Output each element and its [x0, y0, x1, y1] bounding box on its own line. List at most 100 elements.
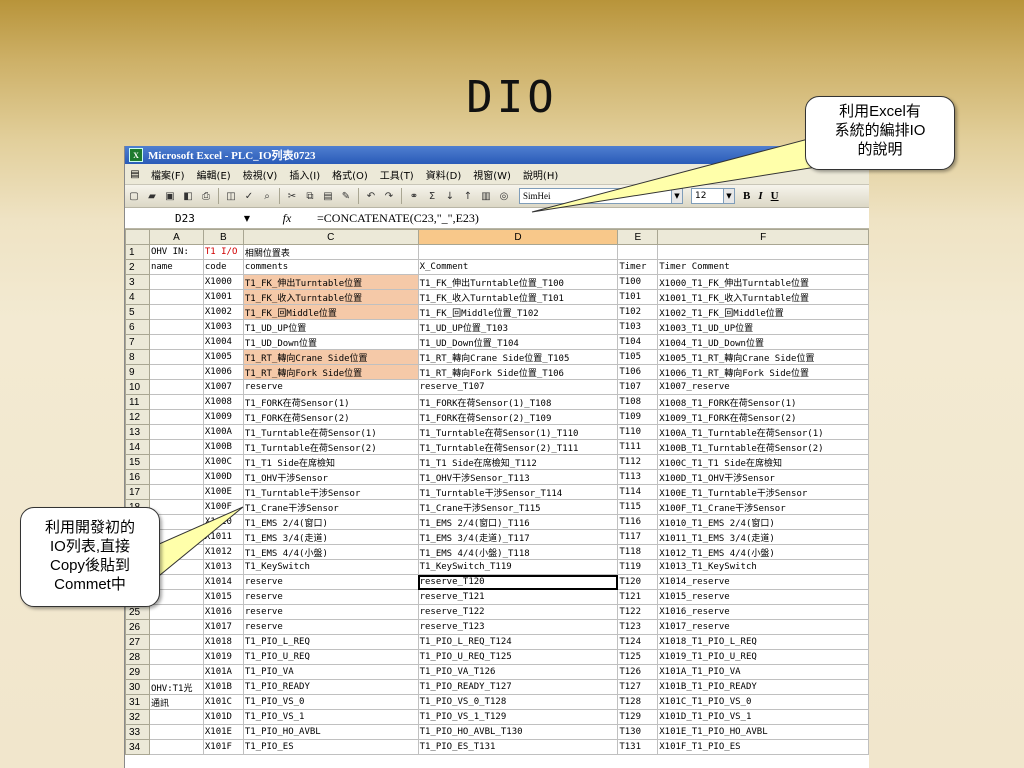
menu-window[interactable]: 視窗(W) — [467, 167, 517, 182]
cell-a[interactable] — [148, 664, 204, 680]
menu-format[interactable]: 格式(O) — [326, 167, 374, 182]
row-header[interactable]: 26 — [125, 619, 150, 635]
cell-a[interactable] — [148, 349, 204, 365]
row-header[interactable]: 11 — [125, 394, 150, 410]
cell-b[interactable]: X100D — [202, 469, 244, 485]
cell-c[interactable]: T1_Turntable干涉Sensor — [242, 484, 419, 500]
cell-e[interactable]: T107 — [617, 379, 659, 395]
cell-b[interactable]: X1011 — [202, 529, 244, 545]
cell-f[interactable]: X1012_T1_EMS 4/4(小盤) — [657, 544, 869, 560]
menu-view[interactable]: 檢視(V) — [237, 167, 284, 182]
cell-a[interactable] — [148, 289, 204, 305]
cell-d[interactable]: T1_EMS 2/4(窗口)_T116 — [417, 514, 619, 530]
font-name-dropdown-icon[interactable]: ▼ — [672, 188, 683, 204]
row-header[interactable]: 17 — [125, 484, 150, 500]
cell-d[interactable]: T1_FORK在荷Sensor(2)_T109 — [417, 409, 619, 425]
cell-e[interactable]: T112 — [617, 454, 659, 470]
cell-f[interactable]: X1013_T1_KeySwitch — [657, 559, 869, 575]
cell-e[interactable]: T124 — [617, 634, 659, 650]
cell-b[interactable]: X1002 — [202, 304, 244, 320]
cell-f[interactable]: X1017_reserve — [657, 619, 869, 635]
cell-e[interactable]: T118 — [617, 544, 659, 560]
row-header[interactable]: 9 — [125, 364, 150, 380]
paste-icon[interactable]: ▤ — [320, 188, 336, 204]
cell-e[interactable]: T126 — [617, 664, 659, 680]
cell-a[interactable] — [148, 604, 204, 620]
cell-f[interactable]: X1003_T1_UD_UP位置 — [657, 319, 869, 335]
cell-e[interactable]: T103 — [617, 319, 659, 335]
cell-e[interactable]: Timer — [617, 259, 659, 275]
font-size-dropdown-icon[interactable]: ▼ — [724, 188, 735, 204]
cell-e[interactable]: T109 — [617, 409, 659, 425]
column-header[interactable]: A — [148, 229, 204, 245]
save-icon[interactable]: ▣ — [162, 188, 178, 204]
cell-b[interactable]: X1018 — [202, 634, 244, 650]
cell-a[interactable] — [148, 364, 204, 380]
cell-f[interactable]: X100A_T1_Turntable在荷Sensor(1) — [657, 424, 869, 440]
cell-e[interactable]: T113 — [617, 469, 659, 485]
cell-f[interactable]: Timer Comment — [657, 259, 869, 275]
row-header[interactable]: 33 — [125, 724, 150, 740]
spelling-icon[interactable]: ✓ — [241, 188, 257, 204]
cell-b[interactable]: X1012 — [202, 544, 244, 560]
cell-f[interactable]: X1008_T1_FORK在荷Sensor(1) — [657, 394, 869, 410]
cell-a[interactable] — [148, 634, 204, 650]
cell-f[interactable] — [657, 244, 869, 260]
cell-c[interactable]: T1_EMS 3/4(走道) — [242, 529, 419, 545]
font-name-box[interactable]: SimHei — [519, 188, 672, 204]
row-header[interactable]: 4 — [125, 289, 150, 305]
cell-e[interactable]: T119 — [617, 559, 659, 575]
italic-button[interactable]: I — [758, 190, 762, 202]
row-header[interactable]: 28 — [125, 649, 150, 665]
cell-e[interactable]: T120 — [617, 574, 659, 590]
cell-a[interactable] — [148, 334, 204, 350]
cell-a[interactable] — [148, 319, 204, 335]
cell-b[interactable]: X1006 — [202, 364, 244, 380]
cell-d[interactable]: T1_Crane干涉Sensor_T115 — [417, 499, 619, 515]
cell-c[interactable]: T1_FK_回Middle位置 — [242, 304, 419, 320]
row-header[interactable]: 34 — [125, 739, 150, 755]
cell-f[interactable]: X1004_T1_UD_Down位置 — [657, 334, 869, 350]
row-header[interactable]: 12 — [125, 409, 150, 425]
cell-f[interactable]: X101F_T1_PIO_ES — [657, 739, 869, 755]
row-header[interactable]: 3 — [125, 274, 150, 290]
cell-e[interactable]: T105 — [617, 349, 659, 365]
cell-f[interactable]: X101B_T1_PIO_READY — [657, 679, 869, 695]
column-header[interactable]: C — [242, 229, 419, 245]
cell-b[interactable]: X100F — [202, 499, 244, 515]
cell-d[interactable]: T1_FK_伸出Turntable位置_T100 — [417, 274, 619, 290]
row-header[interactable]: 32 — [125, 709, 150, 725]
new-file-icon[interactable]: ▢ — [126, 188, 142, 204]
cell-e[interactable]: T111 — [617, 439, 659, 455]
cell-d[interactable]: T1_PIO_VA_T126 — [417, 664, 619, 680]
cell-a[interactable] — [148, 484, 204, 500]
cell-f[interactable]: X1009_T1_FORK在荷Sensor(2) — [657, 409, 869, 425]
cell-b[interactable]: X101C — [202, 694, 244, 710]
cell-a[interactable] — [148, 394, 204, 410]
cell-f[interactable]: X1007_reserve — [657, 379, 869, 395]
row-header[interactable]: 13 — [125, 424, 150, 440]
cell-b[interactable]: X100A — [202, 424, 244, 440]
cell-d[interactable]: reserve_T123 — [417, 619, 619, 635]
cell-b[interactable]: X1019 — [202, 649, 244, 665]
cell-f[interactable]: X1001_T1_FK_收入Turntable位置 — [657, 289, 869, 305]
cell-e[interactable]: T121 — [617, 589, 659, 605]
redo-icon[interactable]: ↷ — [381, 188, 397, 204]
formula-input[interactable]: =CONCATENATE(C23,"_",E23) — [317, 211, 479, 226]
cell-d[interactable]: reserve_T122 — [417, 604, 619, 620]
cell-b[interactable]: X1009 — [202, 409, 244, 425]
menu-insert[interactable]: 插入(I) — [283, 167, 326, 182]
cell-d[interactable]: T1_FK_回Middle位置_T102 — [417, 304, 619, 320]
insert-function-icon[interactable]: fx — [257, 211, 317, 226]
cell-b[interactable]: X1007 — [202, 379, 244, 395]
cell-b[interactable]: X100B — [202, 439, 244, 455]
cell-c[interactable]: T1_OHV干涉Sensor — [242, 469, 419, 485]
research-icon[interactable]: ⌕ — [259, 188, 275, 204]
cell-c[interactable]: reserve — [242, 604, 419, 620]
undo-icon[interactable]: ↶ — [363, 188, 379, 204]
cell-e[interactable]: T123 — [617, 619, 659, 635]
cell-a[interactable] — [148, 424, 204, 440]
cell-e[interactable]: T114 — [617, 484, 659, 500]
open-folder-icon[interactable]: ▰ — [144, 188, 160, 204]
cell-c[interactable]: reserve — [242, 379, 419, 395]
